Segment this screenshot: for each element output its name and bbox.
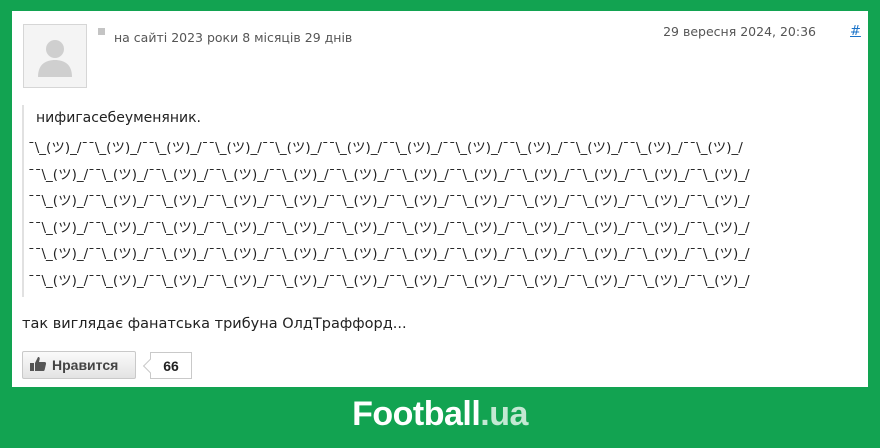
offline-status-icon [98,28,105,35]
thumbs-up-icon [29,356,47,375]
default-avatar-icon[interactable] [23,24,87,88]
quote-line: ¯¯\_(ツ)_/¯¯\_(ツ)_/¯¯\_(ツ)_/¯¯\_(ツ)_/¯¯\_… [28,193,750,209]
site-logo[interactable]: Football.ua [0,395,880,434]
comment-text: так виглядає фанатська трибуна ОлдТраффо… [22,316,407,332]
quote-line: ¯¯\_(ツ)_/¯¯\_(ツ)_/¯¯\_(ツ)_/¯¯\_(ツ)_/¯¯\_… [28,219,750,236]
logo-main: Football [352,395,481,433]
quote-line: ¯¯\_(ツ)_/¯¯\_(ツ)_/¯¯\_(ツ)_/¯¯\_(ツ)_/¯¯\_… [28,246,750,262]
time-on-site: на сайті 2023 роки 8 місяців 29 днів [114,30,353,45]
quote-author: нифигасебеуменяник. [36,110,202,126]
comment-permalink[interactable]: # [850,24,861,39]
like-button[interactable]: Нравится [22,351,136,379]
quote-line: ¯¯\_(ツ)_/¯¯\_(ツ)_/¯¯\_(ツ)_/¯¯\_(ツ)_/¯¯\_… [28,272,750,289]
quote-block: нифигасебеуменяник. ¯\_(ツ)_/¯¯\_(ツ)_/¯¯\… [22,105,852,297]
quote-text: ¯\_(ツ)_/¯¯\_(ツ)_/¯¯\_(ツ)_/¯¯\_(ツ)_/¯¯\_(… [28,135,852,294]
like-count: 66 [142,352,192,379]
quote-line: ¯¯\_(ツ)_/¯¯\_(ツ)_/¯¯\_(ツ)_/¯¯\_(ツ)_/¯¯\_… [28,166,750,183]
count-pointer [142,358,158,374]
comment-date: 29 вересня 2024, 20:36 [663,24,816,39]
logo-suffix: .ua [480,395,528,433]
comment-card: на сайті 2023 роки 8 місяців 29 днів 29 … [12,11,868,387]
like-count-value: 66 [163,357,179,374]
quote-line: ¯\_(ツ)_/¯¯\_(ツ)_/¯¯\_(ツ)_/¯¯\_(ツ)_/¯¯\_(… [28,140,743,156]
like-label: Нравится [52,357,119,373]
